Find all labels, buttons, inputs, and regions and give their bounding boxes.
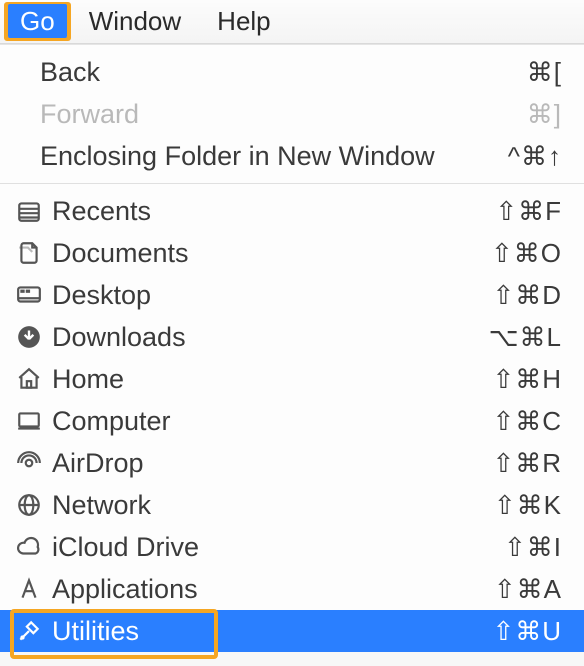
computer-icon [14,406,44,436]
applications-icon [14,574,44,604]
menu-shortcut: ⇧⌘C [492,406,562,437]
menu-shortcut: ⇧⌘H [492,364,562,395]
menu-shortcut: ⇧⌘R [492,448,562,479]
menu-shortcut: ⌥⌘L [489,322,562,353]
menu-item-downloads[interactable]: Downloads ⌥⌘L [0,316,584,358]
menu-label: Forward [40,99,519,130]
menu-shortcut: ⇧⌘I [504,532,562,563]
airdrop-icon [14,448,44,478]
menu-separator [0,183,584,184]
menu-item-desktop[interactable]: Desktop ⇧⌘D [0,274,584,316]
menu-item-network[interactable]: Network ⇧⌘K [0,484,584,526]
go-menu-dropdown: Back ⌘[ Forward ⌘] Enclosing Folder in N… [0,44,584,652]
menu-label: Utilities [52,616,484,647]
menu-label: Back [40,57,519,88]
menu-label: Applications [52,574,486,605]
menu-item-home[interactable]: Home ⇧⌘H [0,358,584,400]
cloud-icon [14,532,44,562]
menu-label: Documents [52,238,483,269]
menu-label: Enclosing Folder in New Window [40,141,500,172]
menu-label: Downloads [52,322,481,353]
menu-label: Network [52,490,486,521]
menu-label: Computer [52,406,484,437]
menu-shortcut: ⇧⌘A [494,574,562,605]
documents-icon [14,238,44,268]
menu-item-icloud-drive[interactable]: iCloud Drive ⇧⌘I [0,526,584,568]
menu-shortcut: ⌘] [527,99,562,130]
menu-label: Desktop [52,280,484,311]
menu-shortcut: ⇧⌘U [492,616,562,647]
menu-shortcut: ⌘[ [527,57,562,88]
home-icon [14,364,44,394]
menubar: Go Window Help [0,0,584,44]
menu-label: Home [52,364,484,395]
menu-item-forward: Forward ⌘] [0,93,584,135]
menu-item-computer[interactable]: Computer ⇧⌘C [0,400,584,442]
menu-item-documents[interactable]: Documents ⇧⌘O [0,232,584,274]
menu-item-airdrop[interactable]: AirDrop ⇧⌘R [0,442,584,484]
menubar-item-help[interactable]: Help [199,2,288,41]
menu-label: iCloud Drive [52,532,496,563]
menu-item-recents[interactable]: Recents ⇧⌘F [0,190,584,232]
menu-shortcut: ⇧⌘D [492,280,562,311]
menu-shortcut: ^⌘↑ [508,141,562,172]
network-icon [14,490,44,520]
highlight-go: Go [4,2,71,41]
recents-icon [14,196,44,226]
menu-item-applications[interactable]: Applications ⇧⌘A [0,568,584,610]
downloads-icon [14,322,44,352]
menu-label: Recents [52,196,487,227]
menu-shortcut: ⇧⌘O [491,238,562,269]
utilities-icon [14,616,44,646]
menu-shortcut: ⇧⌘K [494,490,562,521]
menu-shortcut: ⇧⌘F [495,196,562,227]
menu-label: AirDrop [52,448,484,479]
menu-item-utilities[interactable]: Utilities ⇧⌘U [0,610,584,652]
menu-item-enclosing-folder[interactable]: Enclosing Folder in New Window ^⌘↑ [0,135,584,177]
menubar-item-go[interactable]: Go [8,4,67,38]
menu-item-back[interactable]: Back ⌘[ [0,51,584,93]
menubar-item-window[interactable]: Window [71,2,199,41]
desktop-icon [14,280,44,310]
